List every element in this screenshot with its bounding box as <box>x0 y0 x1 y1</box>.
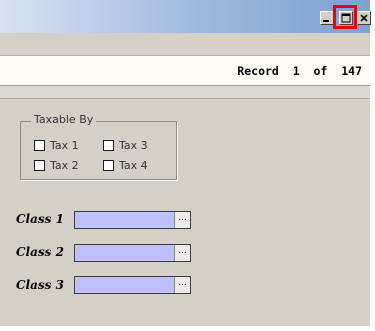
class-2-label: Class 2 <box>16 245 64 259</box>
toolbar-area <box>0 33 370 55</box>
tax-3-checkbox[interactable] <box>103 140 114 151</box>
title-bar[interactable] <box>0 0 371 33</box>
record-total: 147 <box>341 64 362 78</box>
minimize-icon <box>323 20 329 22</box>
class-2-lookup-button[interactable]: ... <box>174 245 190 261</box>
class-1-field[interactable]: ... <box>74 211 191 229</box>
tax-4-label: Tax 4 <box>119 159 148 172</box>
class-1-label: Class 1 <box>16 212 64 226</box>
class-3-lookup-button[interactable]: ... <box>174 277 190 293</box>
maximize-icon <box>341 13 351 23</box>
class-3-label: Class 3 <box>16 278 64 292</box>
record-label: Record <box>237 64 279 78</box>
tax-2-checkbox[interactable] <box>34 160 45 171</box>
class-1-lookup-button[interactable]: ... <box>174 212 190 228</box>
class-2-input[interactable] <box>75 245 174 261</box>
record-bar: Record 1 of 147 <box>0 55 370 86</box>
tax-2-label: Tax 2 <box>50 159 79 172</box>
tax-4-checkbox[interactable] <box>103 160 114 171</box>
tax-1-checkbox[interactable] <box>34 140 45 151</box>
class-1-input[interactable] <box>75 212 174 228</box>
class-3-field[interactable]: ... <box>74 276 191 294</box>
separator-band <box>0 86 370 100</box>
taxable-by-legend: Taxable By <box>31 113 97 126</box>
maximize-button[interactable] <box>339 11 353 25</box>
close-icon <box>360 14 368 22</box>
class-2-field[interactable]: ... <box>74 244 191 262</box>
minimize-button[interactable] <box>320 11 334 25</box>
close-button[interactable] <box>357 11 371 25</box>
window: Record 1 of 147 Taxable By Tax 1 Tax 3 T… <box>0 0 371 326</box>
record-separator: of <box>313 64 328 78</box>
tax-1-label: Tax 1 <box>50 139 79 152</box>
tax-3-label: Tax 3 <box>119 139 148 152</box>
class-3-input[interactable] <box>75 277 174 293</box>
record-counter: Record 1 of 147 <box>237 64 362 78</box>
record-current: 1 <box>292 64 300 78</box>
